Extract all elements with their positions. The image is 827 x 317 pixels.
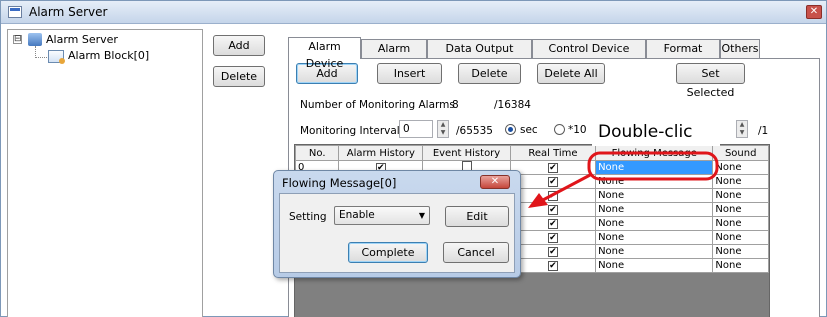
- real-time-checkbox[interactable]: ✔: [547, 247, 558, 257]
- collapse-icon[interactable]: ⊟: [13, 35, 22, 44]
- flowing-message-dialog: Flowing Message[0] ✕ Setting Enable ▼ Ed…: [273, 170, 521, 278]
- title-bar: Alarm Server ✕: [1, 1, 826, 24]
- unit-sec-label: sec: [520, 124, 538, 136]
- monitoring-interval-max: /65535: [456, 125, 493, 137]
- cell-sound[interactable]: None: [712, 174, 769, 189]
- cell-sound[interactable]: None: [712, 188, 769, 203]
- table-cell[interactable]: ✔: [509, 216, 597, 231]
- setting-select[interactable]: Enable ▼: [334, 206, 430, 225]
- alarm-server-window: Alarm Server ✕ ⊟ Alarm Server Alarm Bloc…: [0, 0, 827, 317]
- cell-flowing-message[interactable]: None: [595, 216, 714, 231]
- delete-button[interactable]: Delete: [458, 63, 521, 84]
- cancel-button[interactable]: Cancel: [443, 242, 509, 263]
- table-cell[interactable]: ✔: [509, 244, 597, 259]
- dialog-close-icon[interactable]: ✕: [480, 175, 510, 189]
- real-time-checkbox[interactable]: ✔: [547, 191, 558, 201]
- cell-sound[interactable]: None: [712, 258, 769, 273]
- alarm-block-icon: [48, 50, 65, 64]
- trailing-value: /1: [758, 125, 769, 137]
- server-icon: [28, 33, 42, 46]
- interval-spinner[interactable]: ▲ ▼: [437, 120, 449, 138]
- cell-flowing-message[interactable]: None: [595, 244, 714, 259]
- cell-flowing-message[interactable]: None: [595, 230, 714, 245]
- spin-down-icon[interactable]: ▼: [740, 129, 745, 136]
- tab-data-output-setting[interactable]: Data Output Setting: [427, 39, 532, 72]
- cell-sound[interactable]: None: [712, 160, 769, 175]
- close-icon[interactable]: ✕: [806, 5, 822, 19]
- complete-button[interactable]: Complete: [348, 242, 428, 263]
- add-block-button[interactable]: Add: [213, 35, 265, 56]
- dialog-body: Setting Enable ▼ Edit Complete Cancel: [279, 193, 515, 273]
- table-cell[interactable]: ✔: [509, 188, 597, 203]
- monitoring-count-label: Number of Monitoring Alarms: [300, 99, 455, 111]
- cell-flowing-message[interactable]: None: [595, 258, 714, 273]
- dialog-title: Flowing Message[0]: [282, 176, 397, 190]
- monitoring-count-max: /16384: [494, 99, 531, 111]
- column-header-sound[interactable]: Sound: [712, 145, 769, 161]
- tree-item-alarm-block-0[interactable]: Alarm Block[0]: [68, 49, 149, 62]
- tree-connector: [35, 57, 47, 58]
- real-time-checkbox[interactable]: ✔: [547, 219, 558, 229]
- tab-format-setting[interactable]: Format Setting: [646, 39, 720, 72]
- insert-button[interactable]: Insert: [377, 63, 442, 84]
- real-time-checkbox[interactable]: ✔: [547, 233, 558, 243]
- cell-flowing-message[interactable]: None: [595, 188, 714, 203]
- spin-up-icon[interactable]: ▲: [740, 121, 745, 128]
- column-header-alarm-history[interactable]: Alarm History: [338, 145, 424, 161]
- unit-x10-radio[interactable]: [554, 124, 565, 135]
- cell-sound[interactable]: None: [712, 230, 769, 245]
- real-time-checkbox[interactable]: ✔: [547, 205, 558, 215]
- real-time-checkbox[interactable]: ✔: [547, 261, 558, 271]
- cell-sound[interactable]: None: [712, 244, 769, 259]
- tree-item-alarm-server[interactable]: Alarm Server: [46, 33, 118, 46]
- cell-flowing-message[interactable]: None: [595, 174, 714, 189]
- chevron-down-icon[interactable]: ▼: [419, 207, 425, 224]
- alarm-tree[interactable]: ⊟ Alarm Server Alarm Block[0]: [7, 29, 203, 317]
- cell-sound[interactable]: None: [712, 216, 769, 231]
- table-cell[interactable]: ✔: [509, 174, 597, 189]
- column-header-flowing-message[interactable]: Flowing Message: [595, 145, 714, 161]
- tab-control-device-setting[interactable]: Control Device Setting: [532, 39, 646, 72]
- table-cell[interactable]: ✔: [509, 202, 597, 217]
- window-title: Alarm Server: [29, 5, 108, 19]
- cell-flowing-message[interactable]: None: [595, 202, 714, 217]
- tab-alarm-device[interactable]: Alarm Device: [288, 37, 361, 70]
- column-header-event-history[interactable]: Event History: [422, 145, 511, 161]
- table-cell[interactable]: ✔: [509, 230, 597, 245]
- setting-label: Setting: [289, 211, 327, 223]
- unit-sec-radio[interactable]: [505, 124, 516, 135]
- delete-block-button[interactable]: Delete: [213, 66, 265, 87]
- tab-others[interactable]: Others: [720, 39, 760, 58]
- double-click-callout: Double-clic: [592, 118, 720, 146]
- app-icon: [8, 6, 22, 18]
- cell-flowing-message[interactable]: None: [595, 160, 714, 175]
- set-selected-button[interactable]: Set Selected: [676, 63, 745, 99]
- cell-sound[interactable]: None: [712, 202, 769, 217]
- real-time-checkbox[interactable]: ✔: [547, 163, 558, 173]
- edit-button[interactable]: Edit: [445, 206, 509, 227]
- real-time-checkbox[interactable]: ✔: [547, 177, 558, 187]
- column-header-no[interactable]: No.: [295, 145, 340, 161]
- table-cell[interactable]: ✔: [509, 258, 597, 273]
- unit-x10-label: *10: [568, 124, 587, 136]
- table-cell[interactable]: ✔: [509, 160, 597, 175]
- setting-select-value: Enable: [339, 209, 375, 221]
- column-header-real-time[interactable]: Real Time: [509, 145, 597, 161]
- tab-alarm-group[interactable]: Alarm Group: [361, 39, 427, 72]
- spin-down-icon[interactable]: ▼: [441, 129, 446, 136]
- monitoring-interval-input[interactable]: 0: [399, 120, 433, 138]
- trailing-spinner[interactable]: ▲ ▼: [736, 120, 748, 138]
- spin-up-icon[interactable]: ▲: [441, 121, 446, 128]
- monitoring-interval-label: Monitoring Intervals: [300, 125, 406, 137]
- delete-all-button[interactable]: Delete All: [537, 63, 605, 84]
- monitoring-count-value: 8: [452, 99, 459, 111]
